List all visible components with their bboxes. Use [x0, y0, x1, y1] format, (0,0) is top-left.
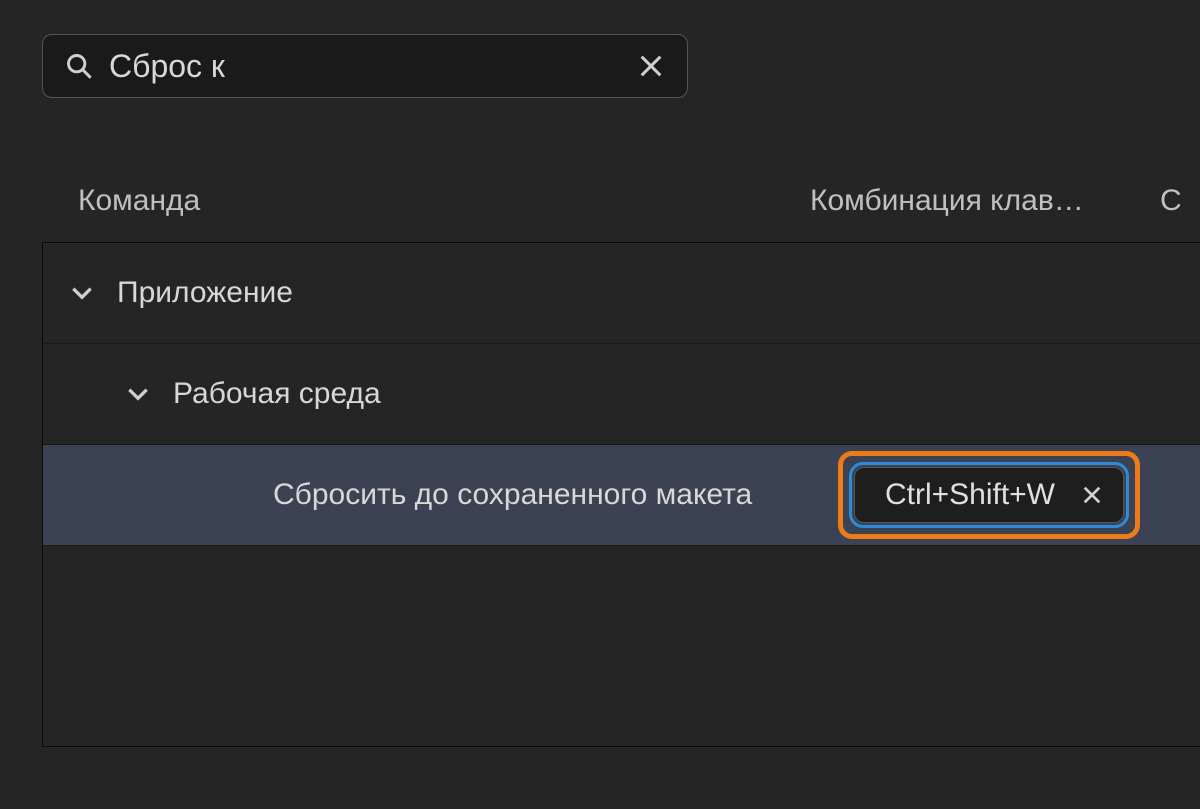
search-input[interactable] — [93, 48, 637, 85]
close-icon[interactable] — [1081, 484, 1103, 506]
tree-label: Рабочая среда — [173, 377, 1200, 411]
tree-label: Приложение — [117, 276, 1200, 310]
column-third[interactable]: С — [1160, 184, 1200, 218]
column-headers: Команда Комбинация клав… С — [0, 184, 1200, 242]
chevron-down-icon — [69, 280, 117, 306]
chevron-down-icon — [125, 381, 173, 407]
tree-row-reset-layout[interactable]: Сбросить до сохраненного макета Ctrl+Shi… — [43, 445, 1200, 546]
column-shortcut[interactable]: Комбинация клав… — [810, 184, 1160, 218]
column-command[interactable]: Команда — [78, 184, 810, 218]
shortcut-input[interactable]: Ctrl+Shift+W — [854, 467, 1124, 523]
shortcut-highlight: Ctrl+Shift+W — [838, 451, 1140, 539]
tree-label: Сбросить до сохраненного макета — [273, 478, 830, 512]
shortcut-value: Ctrl+Shift+W — [885, 478, 1055, 512]
search-icon — [65, 52, 93, 80]
tree-row-workspace[interactable]: Рабочая среда — [43, 344, 1200, 445]
search-field[interactable] — [42, 34, 688, 98]
tree-row-application[interactable]: Приложение — [43, 243, 1200, 344]
tree-empty — [43, 546, 1200, 746]
shortcut-tree: Приложение Рабочая среда Сбросить до сох… — [42, 242, 1200, 747]
clear-search-icon[interactable] — [637, 52, 665, 80]
